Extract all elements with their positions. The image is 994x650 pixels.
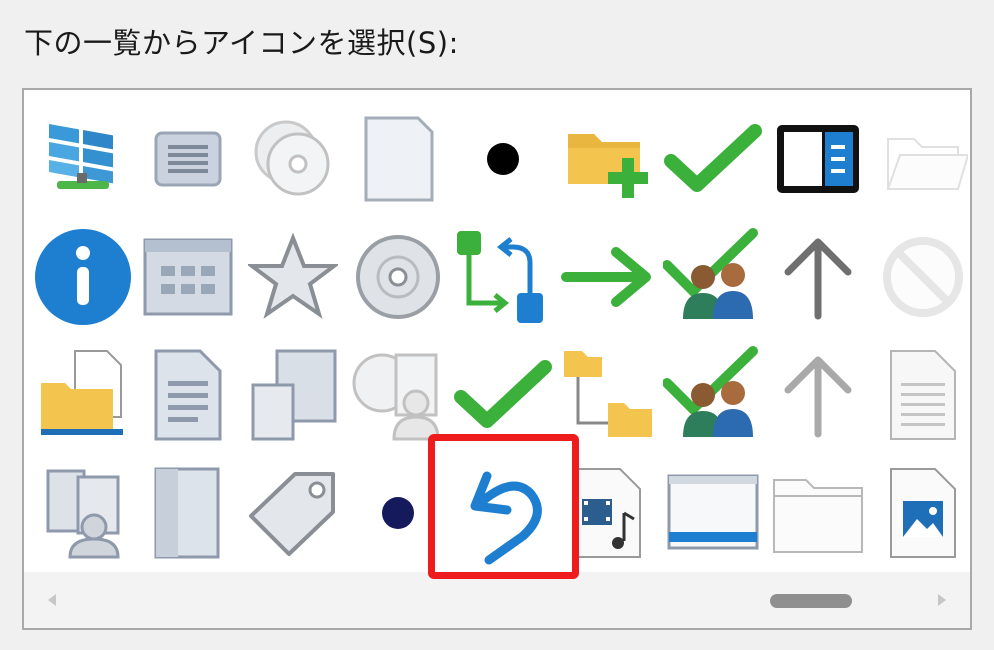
- selection-highlight-box: [428, 434, 579, 579]
- disc-stack-icon: [254, 120, 329, 196]
- icon-cell[interactable]: [30, 336, 135, 454]
- scroll-left-button[interactable]: [42, 590, 62, 610]
- flow-branch-icon: [456, 231, 543, 323]
- star-icon: [247, 232, 338, 319]
- icon-cell[interactable]: [240, 454, 345, 572]
- cd-disc-icon: [355, 235, 440, 319]
- icon-cell[interactable]: [555, 218, 660, 336]
- icon-cell[interactable]: [870, 218, 970, 336]
- tag-icon: [248, 472, 335, 556]
- icon-cell[interactable]: [870, 454, 970, 572]
- green-check-icon: [663, 124, 762, 192]
- icon-cell[interactable]: [30, 218, 135, 336]
- black-dot-icon: [486, 143, 519, 175]
- icon-cell[interactable]: [450, 100, 555, 218]
- scroll-right-button[interactable]: [932, 590, 952, 610]
- green-arrow-right-icon: [560, 247, 651, 307]
- icon-cell[interactable]: [240, 218, 345, 336]
- sidebar-panel-icon: [776, 125, 859, 193]
- navy-dot-icon: [381, 497, 414, 529]
- app-grid-window-icon: [143, 238, 232, 316]
- folder-document-icon: [40, 350, 123, 435]
- icon-list-label: 下の一覧からアイコンを選択(S):: [24, 26, 459, 60]
- icon-cell[interactable]: [660, 218, 765, 336]
- icon-cell[interactable]: [30, 100, 135, 218]
- tall-window-icon: [154, 467, 219, 559]
- icon-cell[interactable]: [135, 454, 240, 572]
- icon-cell[interactable]: [660, 336, 765, 454]
- icon-cell[interactable]: [555, 100, 660, 218]
- icon-cell[interactable]: [450, 218, 555, 336]
- icon-cell[interactable]: [660, 454, 765, 572]
- icon-cell[interactable]: [345, 100, 450, 218]
- blocked-icon: [882, 237, 963, 317]
- icon-cell[interactable]: [345, 218, 450, 336]
- icon-cell[interactable]: [765, 218, 870, 336]
- list-window-icon: [154, 131, 221, 187]
- horizontal-scrollbar[interactable]: [24, 572, 970, 628]
- blank-page-icon: [364, 116, 433, 202]
- users-check-icon: [662, 228, 758, 319]
- icon-cell[interactable]: [870, 336, 970, 454]
- icon-cell[interactable]: [240, 336, 345, 454]
- text-document-icon: [154, 349, 221, 441]
- scroll-left-arrow-icon: [48, 594, 56, 606]
- icon-cell[interactable]: [135, 336, 240, 454]
- disc-users-icon: [352, 353, 440, 441]
- folder-outline-icon: [772, 479, 863, 553]
- icon-cell[interactable]: [765, 100, 870, 218]
- user-window-icon: [46, 469, 120, 559]
- image-file-icon: [889, 468, 956, 558]
- icon-cell[interactable]: [30, 454, 135, 572]
- info-icon: [34, 229, 131, 325]
- video-music-file-icon: [576, 468, 641, 558]
- icon-cell[interactable]: [240, 100, 345, 218]
- folder-tree-icon: [563, 351, 652, 437]
- open-folder-outline-icon: [886, 138, 968, 190]
- green-check-icon-2: [453, 360, 552, 428]
- icon-cell[interactable]: [765, 336, 870, 454]
- icon-cell[interactable]: [870, 100, 970, 218]
- scrollbar-thumb[interactable]: [770, 594, 852, 608]
- icon-cell[interactable]: [135, 218, 240, 336]
- arrow-up-icon: [784, 238, 851, 320]
- scroll-right-arrow-icon: [938, 594, 946, 606]
- arrow-up-light-icon: [784, 356, 851, 438]
- users-check-icon-2: [662, 346, 758, 437]
- windows-stack-icon: [251, 349, 336, 441]
- icon-cell[interactable]: [135, 100, 240, 218]
- lined-document-icon: [889, 350, 956, 440]
- folder-add-icon: [567, 134, 648, 198]
- icon-cell[interactable]: [660, 100, 765, 218]
- windows-network-icon: [48, 124, 113, 189]
- icon-cell[interactable]: [765, 454, 870, 572]
- window-taskbar-icon: [667, 474, 758, 550]
